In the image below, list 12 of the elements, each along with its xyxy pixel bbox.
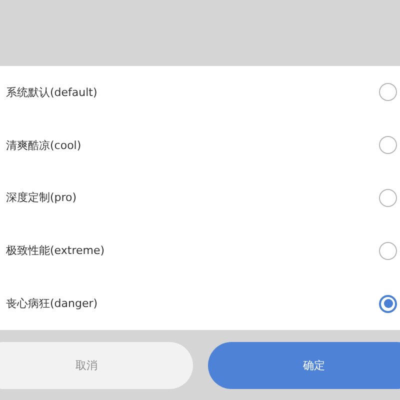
radio-button[interactable] bbox=[379, 83, 397, 102]
confirm-button[interactable]: 确定 bbox=[208, 342, 400, 388]
cancel-button[interactable]: 取消 bbox=[0, 342, 192, 388]
option-label: 深度定制(pro) bbox=[6, 190, 77, 206]
radio-button[interactable] bbox=[379, 136, 397, 154]
radio-button[interactable] bbox=[379, 188, 397, 207]
option-label: 系统默认(default) bbox=[6, 84, 98, 100]
radio-button[interactable] bbox=[379, 242, 397, 260]
option-label: 丧心病狂(danger) bbox=[6, 296, 98, 312]
option-label: 清爽酷凉(cool) bbox=[6, 138, 82, 153]
option-label: 极致性能(extreme) bbox=[6, 243, 105, 258]
radio-button[interactable] bbox=[379, 294, 397, 313]
